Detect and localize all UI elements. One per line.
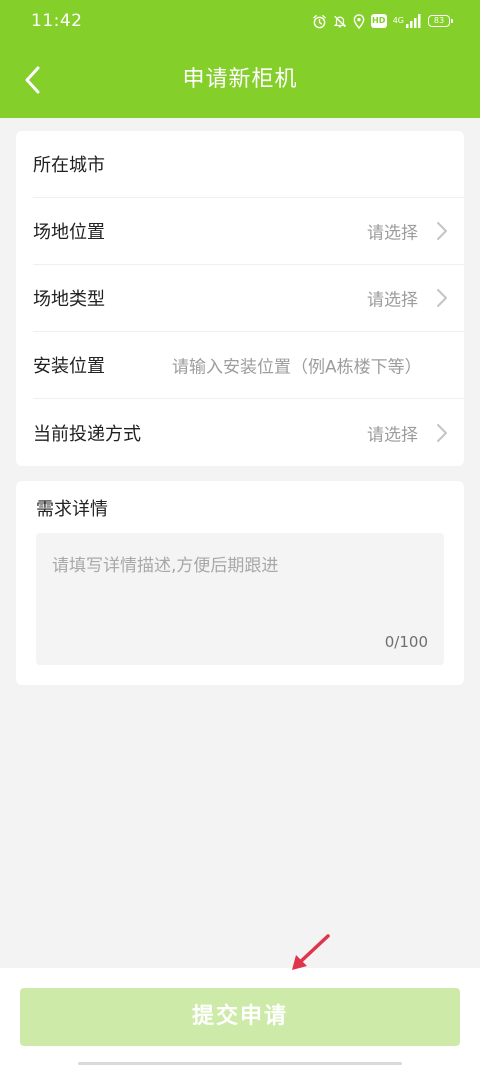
mute-bell-icon	[333, 15, 346, 27]
install-location-input[interactable]: 请输入安装位置（例A栋楼下等）	[172, 353, 464, 378]
details-title: 需求详情	[36, 499, 108, 520]
site-type-value: 请选择	[367, 290, 418, 311]
delivery-method-value: 请选择	[367, 425, 418, 445]
chevron-right-icon	[437, 289, 447, 307]
chevron-right-icon	[437, 222, 447, 240]
form-row-delivery-method[interactable]: 当前投递方式 请选择	[33, 399, 464, 466]
form-row-site-location[interactable]: 场地位置 请选择	[33, 198, 464, 265]
form-row-city[interactable]: 所在城市	[33, 131, 464, 198]
location-icon	[353, 13, 365, 29]
annotation-arrow-icon	[292, 934, 330, 970]
status-time: 11:42	[31, 11, 83, 31]
details-placeholder: 请填写详情描述,方便后期跟进	[52, 556, 279, 576]
top-bar: 11:42 HD 4G 83 申请新柜机	[0, 0, 480, 118]
hd-icon: HD	[370, 14, 387, 28]
back-arrow-icon	[25, 66, 40, 94]
site-type-label: 场地类型	[33, 289, 105, 310]
home-indicator	[78, 1062, 402, 1065]
back-button[interactable]	[12, 60, 52, 100]
status-icons: HD 4G 83	[312, 11, 453, 31]
signal-icon	[406, 14, 421, 28]
alarm-icon	[312, 14, 326, 28]
application-form: 所在城市 场地位置 请选择 场地类型 请选择 安装位置 请输入安装位置（例A栋楼…	[16, 131, 464, 466]
status-bar: 11:42 HD 4G 83	[0, 0, 480, 42]
nav-bar: 申请新柜机	[0, 42, 480, 118]
install-location-label: 安装位置	[33, 356, 105, 377]
delivery-method-label: 当前投递方式	[33, 423, 141, 445]
submit-application-button[interactable]: 提交申请	[20, 988, 460, 1046]
page-title: 申请新柜机	[182, 67, 298, 92]
site-location-value: 请选择	[367, 223, 418, 244]
requirement-details-card: 需求详情 请填写详情描述,方便后期跟进 0/100	[16, 481, 464, 685]
bottom-bar: 提交申请	[0, 968, 480, 1067]
character-counter: 0/100	[384, 633, 428, 651]
chevron-right-icon	[437, 423, 447, 442]
network-label: 4G	[392, 16, 404, 25]
details-textarea[interactable]: 请填写详情描述,方便后期跟进 0/100	[36, 533, 444, 665]
city-label: 所在城市	[33, 155, 105, 176]
form-row-install-location: 安装位置 请输入安装位置（例A栋楼下等）	[33, 332, 464, 399]
form-row-site-type[interactable]: 场地类型 请选择	[33, 265, 464, 332]
battery-icon: 83	[428, 15, 453, 27]
site-location-label: 场地位置	[33, 222, 105, 243]
